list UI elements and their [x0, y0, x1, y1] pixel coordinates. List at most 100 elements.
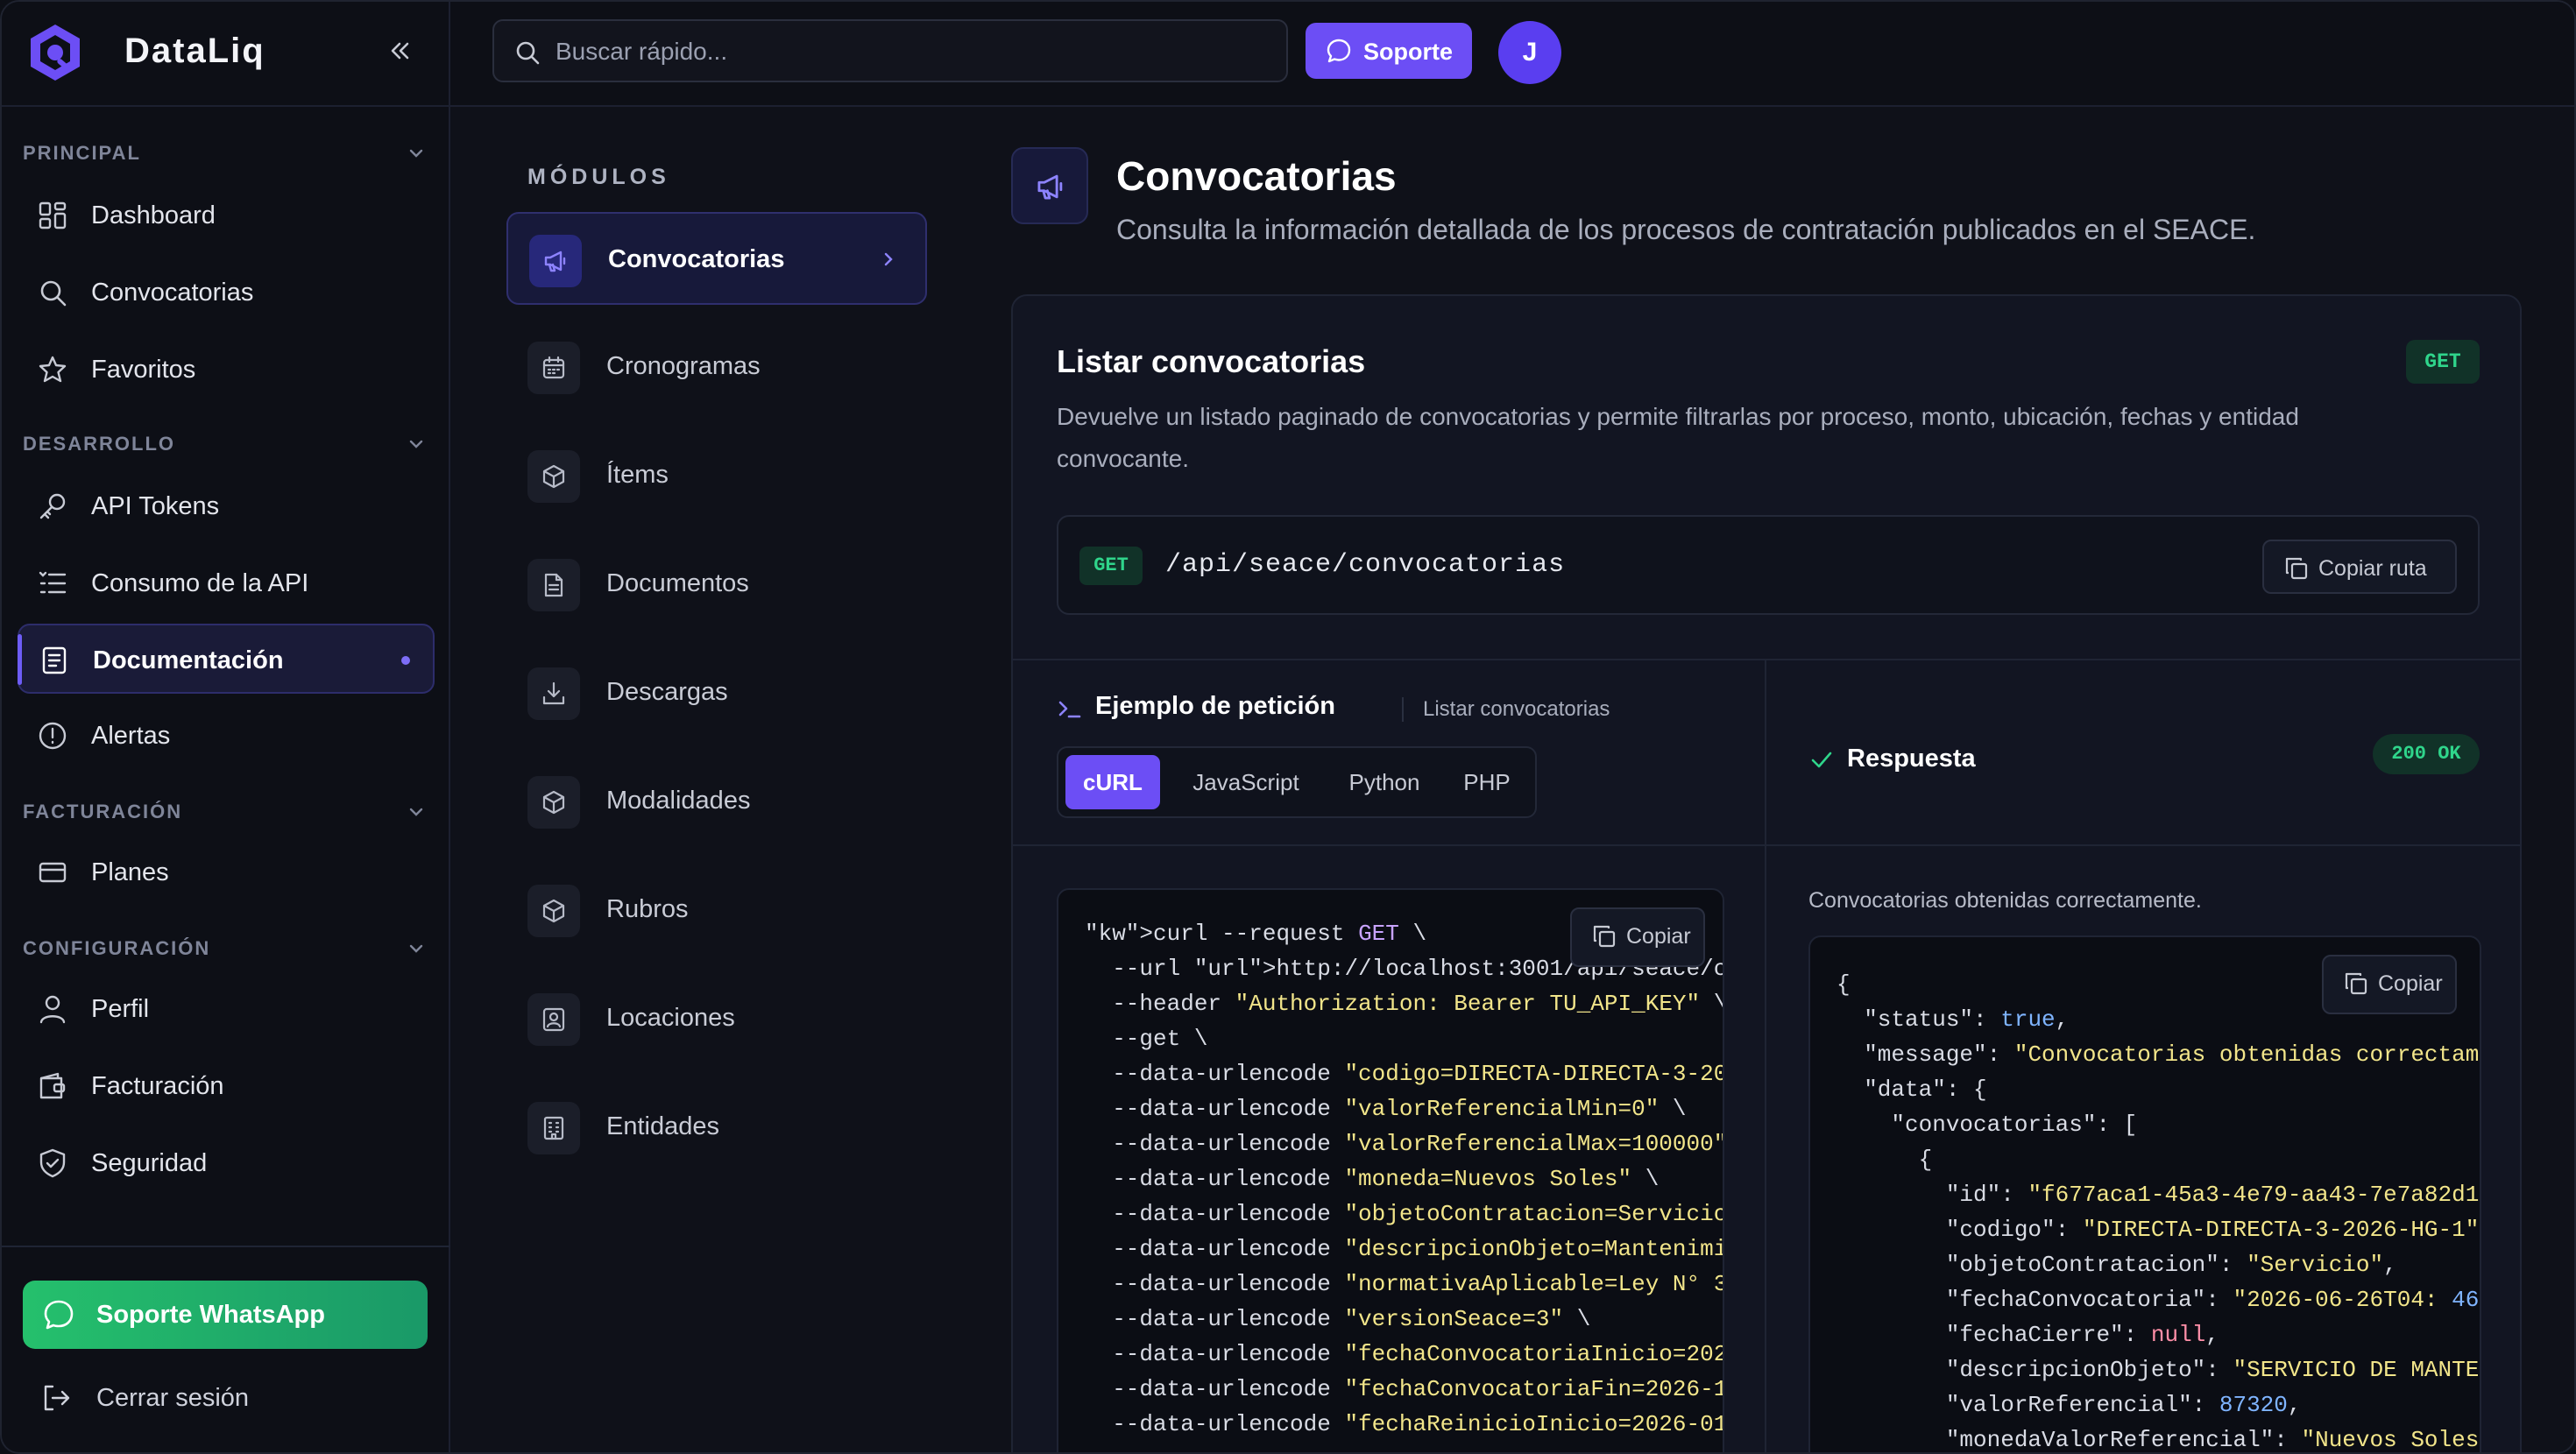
- logout-button[interactable]: Cerrar sesión: [23, 1368, 428, 1429]
- collapse-sidebar-icon[interactable]: [386, 37, 414, 65]
- card-column-divider: [1765, 659, 1766, 1452]
- logout-icon: [44, 1385, 70, 1411]
- support-label: Soporte: [1363, 39, 1454, 65]
- module-item-descargas[interactable]: Descargas: [506, 646, 927, 739]
- endpoint-route: GET /api/seace/convocatorias Copiar ruta: [1057, 515, 2480, 615]
- building-icon: [543, 1116, 564, 1140]
- sidebar-item-dashboard[interactable]: Dashboard: [18, 180, 435, 251]
- module-item-convocatorias[interactable]: Convocatorias: [506, 212, 927, 305]
- copy-label: Copiar: [2378, 971, 2443, 996]
- sidebar-item-label: Seguridad: [91, 1149, 208, 1177]
- sidebar-item-label: Facturación: [91, 1072, 224, 1100]
- brand-bar: DataLiq: [2, 2, 450, 107]
- sidebar-item-consumo-api[interactable]: Consumo de la API: [18, 548, 435, 618]
- chevron-down-icon[interactable]: [407, 939, 426, 958]
- sidebar-item-label: Alertas: [91, 722, 171, 750]
- tab-javascript[interactable]: JavaScript: [1169, 755, 1323, 809]
- sidebar-item-api-tokens[interactable]: API Tokens: [18, 471, 435, 541]
- sidebar-item-facturacion[interactable]: Facturación: [18, 1051, 435, 1121]
- logout-label: Cerrar sesión: [96, 1384, 250, 1412]
- modules-title: MÓDULOS: [527, 165, 670, 189]
- route-method-badge: GET: [1079, 547, 1143, 585]
- module-icon-box: [527, 450, 580, 503]
- module-item-documentos[interactable]: Documentos: [506, 538, 927, 631]
- document-icon: [42, 646, 67, 674]
- module-item-items[interactable]: Ítems: [506, 429, 927, 522]
- sidebar-item-label: Favoritos: [91, 356, 196, 384]
- module-item-cronogramas[interactable]: Cronogramas: [506, 321, 927, 413]
- whatsapp-support-button[interactable]: Soporte WhatsApp: [23, 1281, 428, 1349]
- copy-icon: [2285, 557, 2308, 580]
- copy-route-button[interactable]: Copiar ruta: [2262, 540, 2457, 594]
- terminal-icon: [1058, 701, 1081, 718]
- brand-name: DataLiq: [124, 32, 265, 70]
- copy-response-button[interactable]: Copiar: [2322, 955, 2457, 1014]
- sidebar-divider: [2, 1246, 450, 1247]
- module-icon-box: [527, 1102, 580, 1154]
- sidebar-item-favoritos[interactable]: Favoritos: [18, 335, 435, 405]
- avatar[interactable]: J: [1498, 21, 1561, 84]
- package-icon: [542, 464, 565, 489]
- request-code-block[interactable]: "kw">curl --request GET \ --url "url">ht…: [1057, 888, 1724, 1452]
- topbar: Soporte J: [450, 2, 2574, 107]
- sidebar-item-convocatorias[interactable]: Convocatorias: [18, 258, 435, 328]
- megaphone-icon: [1037, 174, 1063, 200]
- search-box[interactable]: [492, 19, 1288, 82]
- location-user-icon: [542, 1007, 565, 1032]
- chevron-down-icon[interactable]: [407, 144, 426, 163]
- module-label: Rubros: [606, 895, 689, 923]
- download-icon: [542, 681, 565, 705]
- section-title-configuracion: CONFIGURACIÓN: [23, 937, 211, 959]
- section-title-facturacion: FACTURACIÓN: [23, 801, 183, 822]
- response-code-block[interactable]: { "status": true, "message": "Convocator…: [1808, 935, 2481, 1452]
- response-message: Convocatorias obtenidas correctamente.: [1808, 888, 2202, 913]
- sidebar-item-perfil[interactable]: Perfil: [18, 974, 435, 1044]
- chat-bubble-icon: [44, 1300, 74, 1330]
- copy-route-label: Copiar ruta: [2318, 556, 2427, 581]
- chevron-down-icon[interactable]: [407, 434, 426, 454]
- sidebar-item-alertas[interactable]: Alertas: [18, 701, 435, 771]
- sidebar-item-label: Documentación: [93, 646, 284, 674]
- tab-curl[interactable]: cURL: [1065, 755, 1160, 809]
- search-icon: [40, 280, 67, 307]
- endpoint-card: Listar convocatorias GET Devuelve un lis…: [1011, 294, 2522, 1452]
- copy-request-button[interactable]: Copiar: [1570, 907, 1705, 967]
- tab-php[interactable]: PHP: [1444, 755, 1530, 809]
- sidebar-item-label: Dashboard: [91, 201, 216, 229]
- calendar-icon: [542, 356, 565, 379]
- endpoint-title: Listar convocatorias: [1057, 343, 1366, 379]
- page-subtitle: Consulta la información detallada de los…: [1116, 214, 2256, 245]
- module-label: Documentos: [606, 569, 749, 597]
- chevron-right-icon: [884, 252, 893, 266]
- module-label: Ítems: [606, 461, 669, 489]
- section-title-desarrollo: DESARROLLO: [23, 433, 175, 455]
- module-icon-box: [527, 559, 580, 611]
- dashboard-icon: [39, 201, 67, 229]
- sidebar-item-documentacion[interactable]: Documentación: [18, 624, 435, 694]
- chevron-down-icon[interactable]: [407, 802, 426, 822]
- support-button[interactable]: Soporte: [1306, 23, 1472, 79]
- module-icon-box: [527, 885, 580, 937]
- sidebar-item-label: API Tokens: [91, 492, 220, 520]
- method-badge: GET: [2406, 340, 2480, 384]
- star-icon: [39, 356, 67, 383]
- copy-label: Copiar: [1626, 924, 1691, 949]
- megaphone-icon: [544, 251, 566, 272]
- module-icon-box: [529, 235, 582, 287]
- route-path: /api/seace/convocatorias: [1165, 550, 1566, 580]
- search-input[interactable]: [556, 32, 1256, 72]
- whatsapp-label: Soporte WhatsApp: [96, 1301, 325, 1329]
- module-item-entidades[interactable]: Entidades: [506, 1081, 927, 1174]
- module-item-rubros[interactable]: Rubros: [506, 864, 927, 956]
- sidebar-item-seguridad[interactable]: Seguridad: [18, 1128, 435, 1198]
- module-item-locaciones[interactable]: Locaciones: [506, 972, 927, 1065]
- tab-python[interactable]: Python: [1330, 755, 1439, 809]
- module-item-modalidades[interactable]: Modalidades: [506, 755, 927, 848]
- sidebar-item-planes[interactable]: Planes: [18, 837, 435, 907]
- module-label: Cronogramas: [606, 352, 761, 380]
- language-tabs: cURL JavaScript Python PHP: [1057, 746, 1537, 818]
- module-icon-box: [527, 342, 580, 394]
- page-icon-box: [1011, 147, 1088, 224]
- endpoint-description: Devuelve un listado paginado de convocat…: [1057, 403, 2299, 472]
- alert-icon: [39, 722, 67, 750]
